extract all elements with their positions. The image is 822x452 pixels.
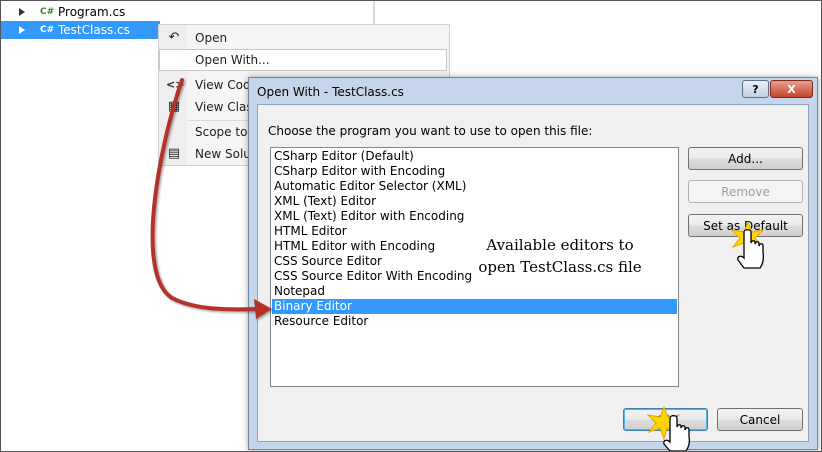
dialog-title: Open With - TestClass.cs: [257, 85, 404, 99]
expand-arrow-icon[interactable]: [18, 7, 26, 17]
solution-icon: ▤: [167, 146, 181, 161]
tree-item-testclass[interactable]: C# TestClass.cs: [0, 21, 160, 39]
remove-button[interactable]: Remove: [688, 180, 803, 203]
menu-item-open[interactable]: ↶ Open: [159, 27, 447, 49]
code-icon: <>: [166, 78, 185, 91]
ok-button[interactable]: OK: [623, 408, 708, 431]
tree-item-label: TestClass.cs: [58, 23, 130, 37]
list-item[interactable]: CSharp Editor with Encoding: [272, 164, 677, 179]
list-item-selected[interactable]: Binary Editor: [272, 299, 677, 314]
open-icon: ↶: [168, 30, 180, 45]
dialog-prompt: Choose the program you want to use to op…: [268, 124, 593, 138]
help-icon: ?: [752, 82, 759, 96]
csharp-file-icon: C#: [40, 25, 55, 35]
list-item[interactable]: Resource Editor: [272, 314, 677, 329]
list-item[interactable]: CSharp Editor (Default): [272, 149, 677, 164]
menu-item-label: Open With...: [195, 53, 270, 67]
add-button[interactable]: Add...: [688, 147, 803, 170]
annotation-line: open TestClass.cs file: [478, 258, 642, 276]
expand-arrow-icon[interactable]: [18, 25, 26, 35]
list-item[interactable]: Automatic Editor Selector (XML): [272, 179, 677, 194]
menu-item-label: Open: [195, 31, 228, 45]
tree-item-label: Program.cs: [58, 5, 126, 19]
annotation-line: Available editors to: [486, 236, 634, 254]
close-button[interactable]: X: [770, 80, 813, 98]
help-button[interactable]: ?: [742, 80, 769, 98]
close-icon: X: [787, 82, 796, 96]
list-item[interactable]: XML (Text) Editor with Encoding: [272, 209, 677, 224]
set-as-default-button[interactable]: Set as Default: [688, 214, 803, 237]
cancel-button[interactable]: Cancel: [717, 408, 803, 431]
list-item[interactable]: XML (Text) Editor: [272, 194, 677, 209]
menu-item-label: New Solut: [195, 147, 256, 161]
list-item[interactable]: Notepad: [272, 284, 677, 299]
menu-item-open-with[interactable]: Open With...: [159, 49, 447, 71]
annotation-callout: Available editors to open TestClass.cs f…: [470, 234, 650, 278]
tree-item-program[interactable]: C# Program.cs: [0, 3, 125, 21]
class-diagram-icon: ▦: [167, 99, 181, 114]
dialog-titlebar[interactable]: Open With - TestClass.cs ? X: [249, 78, 817, 104]
csharp-file-icon: C#: [40, 7, 55, 17]
